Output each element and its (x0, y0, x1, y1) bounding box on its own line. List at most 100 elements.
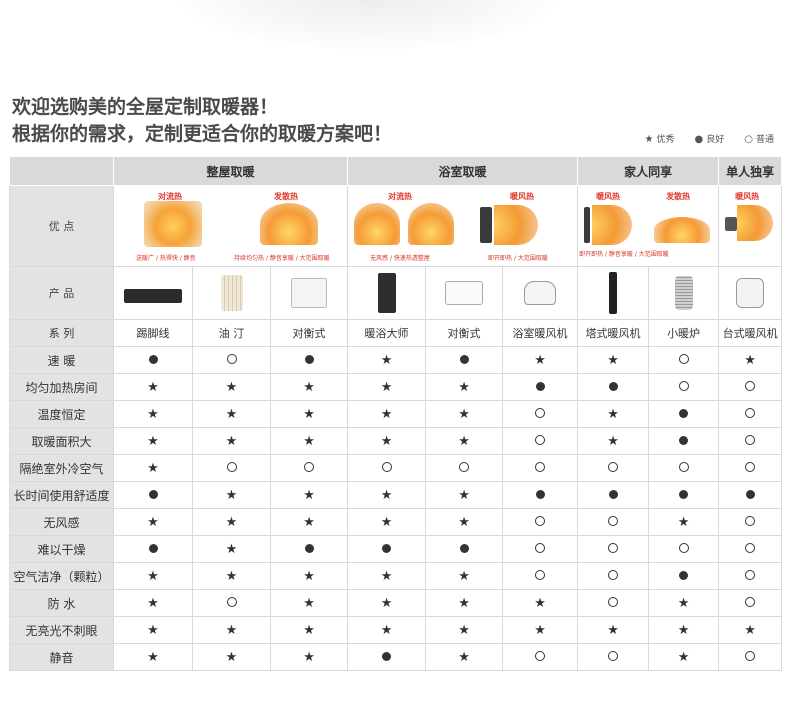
star-icon: ★ (147, 568, 159, 584)
star-icon: ★ (147, 433, 159, 449)
rating-cell: ★ (347, 589, 427, 617)
star-icon: ★ (147, 514, 159, 530)
hollow-circle-icon (226, 597, 237, 607)
advantage-title: 暖风热 (735, 192, 760, 201)
advantage-bathroom: 对流热 无风感 / 快速热透整屋 暖风热 即开即热 / 大范围取暖 (347, 185, 579, 267)
product-cell (577, 266, 650, 320)
star-icon: ★ (225, 379, 238, 395)
fan-heat-image (592, 205, 633, 245)
hollow-circle-icon (678, 462, 689, 472)
rating-cell: ★ (718, 616, 783, 644)
hollow-circle-icon (535, 516, 546, 526)
rating-cell: ★ (192, 535, 271, 563)
star-icon: ★ (677, 514, 690, 530)
star-icon: ★ (380, 379, 393, 395)
headline-line-1: 欢迎选购美的全屋定制取暖器！ (12, 96, 279, 118)
rating-cell: ★ (425, 589, 504, 617)
star-icon: ★ (303, 379, 315, 395)
hollow-circle-icon (608, 516, 619, 526)
rating-cell (577, 535, 650, 563)
star-icon: ★ (534, 595, 546, 611)
rating-cell (502, 643, 579, 671)
advantage-title: 暖风热 (510, 192, 535, 201)
rating-cell: ★ (269, 616, 349, 644)
hollow-circle-icon (535, 651, 546, 661)
star-icon: ★ (458, 649, 470, 665)
advantage-row: 优 点 对流热 送暖广 / 热得快 / 静音 发散热 持续均匀热 / 静音享暖 … (9, 185, 783, 267)
convector-heater-image (291, 278, 328, 308)
rating-cell (425, 346, 504, 374)
product-cell (347, 266, 427, 320)
rating-cell: ★ (192, 643, 271, 671)
rating-cell: ★ (425, 643, 504, 671)
feature-label: 取暖面积大 (9, 427, 114, 455)
hollow-circle-icon (745, 516, 756, 526)
hollow-circle-icon (745, 462, 756, 472)
star-icon: ★ (303, 622, 315, 638)
rating-cell (502, 481, 579, 509)
feature-label: 均匀加热房间 (9, 373, 114, 401)
rating-cell: ★ (347, 562, 427, 590)
series-cell: 浴室暖风机 (502, 319, 579, 347)
feature-row: 速 暖 ★ ★ ★ ★ (9, 346, 783, 374)
radiant-heat-image (654, 217, 711, 243)
filled-dot-icon (148, 490, 158, 499)
small-heater-image (674, 276, 693, 310)
series-cell: 暖浴大师 (347, 319, 427, 347)
series-cell: 踢脚线 (113, 319, 193, 347)
rating-cell: ★ (502, 346, 579, 374)
filled-dot-icon (382, 544, 392, 553)
star-icon: ★ (147, 595, 159, 611)
tower-device-image (584, 207, 591, 243)
advantage-title: 对流热 (388, 192, 413, 201)
filled-dot-icon (459, 544, 469, 553)
star-icon: ★ (380, 514, 393, 530)
bathroom-fan-heater-image (524, 281, 557, 305)
hollow-circle-icon (381, 462, 392, 472)
star-icon: ★ (744, 622, 756, 638)
star-icon: ★ (225, 541, 238, 557)
corner-cell (9, 156, 114, 186)
hollow-circle-icon (535, 408, 546, 418)
series-row: 系 列 踢脚线 油 汀 对衡式 暖浴大师 对衡式 浴室暖风机 塔式暖风机 小暖炉… (9, 319, 783, 347)
bath-heat-image (408, 203, 455, 245)
hollow-circle-icon (226, 354, 237, 364)
star-icon: ★ (744, 352, 756, 368)
rating-cell: ★ (577, 427, 650, 455)
star-icon: ★ (607, 352, 619, 368)
advantage-title: 暖风热 (596, 192, 621, 201)
filled-dot-icon (535, 382, 545, 391)
hollow-circle-icon (745, 435, 756, 445)
rating-cell: ★ (347, 346, 427, 374)
rating-cell (577, 643, 650, 671)
feature-row: 均匀加热房间 ★ ★ ★ ★ ★ (9, 373, 783, 401)
group-whole-house: 整屋取暖 (112, 156, 349, 186)
hollow-circle-icon (745, 597, 756, 607)
rating-cell (648, 427, 720, 455)
hollow-circle-icon (535, 570, 546, 580)
hollow-circle-icon (459, 462, 470, 472)
rating-cell: ★ (113, 643, 193, 671)
star-icon: ★ (380, 433, 393, 449)
rating-cell (347, 643, 427, 671)
star-icon: ★ (607, 433, 619, 449)
feature-row: 温度恒定 ★ ★ ★ ★ ★ ★ (9, 400, 783, 428)
star-icon: ★ (225, 433, 238, 449)
product-cell (192, 266, 271, 320)
product-cell (113, 266, 193, 320)
rating-cell (269, 535, 349, 563)
filled-dot-icon (679, 571, 689, 580)
rating-cell (113, 481, 193, 509)
rating-cell: ★ (577, 616, 650, 644)
advantage-caption: 送暖广 / 热得快 / 静音 (136, 255, 196, 262)
rating-cell (648, 346, 720, 374)
rating-cell: ★ (502, 589, 579, 617)
rating-cell: ★ (347, 373, 427, 401)
hollow-circle-icon (608, 462, 619, 472)
rating-cell: ★ (347, 508, 427, 536)
rating-cell: ★ (425, 373, 504, 401)
rating-cell (347, 535, 427, 563)
filled-dot-icon (535, 490, 545, 499)
star-icon: ★ (147, 649, 159, 665)
rating-cell: ★ (269, 481, 349, 509)
